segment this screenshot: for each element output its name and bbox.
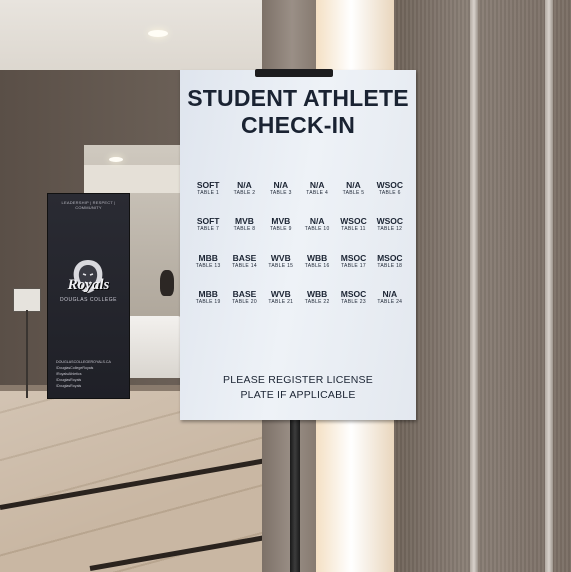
table-cell: MSOC TABLE 23 (335, 289, 371, 325)
banner-team-name: Royals (67, 277, 110, 293)
table-cell: N/A TABLE 10 (299, 216, 335, 252)
ceiling-light (148, 30, 168, 37)
team-code: WSOC (376, 216, 404, 227)
team-code: N/A (346, 180, 361, 190)
table-cell: SOFT TABLE 7 (190, 216, 226, 252)
table-number: TABLE 18 (377, 262, 403, 269)
table-cell: WVB TABLE 21 (263, 289, 299, 325)
table-cell: WSOC TABLE 12 (372, 216, 408, 252)
table-cell: MSOC TABLE 17 (335, 253, 371, 289)
table-cell: MBB TABLE 19 (190, 289, 226, 325)
sign-footer-line: PLEASE REGISTER LICENSE (223, 374, 373, 386)
vase (160, 270, 174, 296)
table-assignment-grid: SOFT TABLE 1 N/A TABLE 2 N/A TABLE 3 N/A TABLE … (190, 180, 408, 325)
banner-social-links: DOUGLASCOLLEGEROYALS.CA /DouglasCollegeR… (56, 360, 126, 390)
banner-college-name: DOUGLAS COLLEGE (60, 297, 117, 303)
table-number: TABLE 20 (232, 298, 257, 305)
table-number: TABLE 11 (341, 226, 366, 233)
banner-link: /DouglasRoyals (56, 384, 82, 388)
table-cell: MSOC TABLE 18 (372, 253, 408, 289)
banner-tagline: LEADERSHIP | RESPECT | COMMUNITY (61, 200, 116, 210)
small-sign-post (26, 310, 28, 398)
team-code: MVB (271, 216, 291, 227)
team-code: WSOC (340, 216, 367, 227)
team-code: N/A (273, 180, 289, 190)
team-code: WSOC (376, 180, 404, 190)
sign-title-line: CHECK-IN (240, 112, 356, 138)
sign-stand-pole (290, 418, 300, 572)
team-code: WBB (307, 288, 328, 299)
small-sign (13, 288, 41, 312)
team-code: SOFT (196, 216, 220, 227)
table-number: TABLE 13 (195, 262, 221, 269)
team-code: WVB (270, 288, 291, 299)
table-cell: N/A TABLE 5 (335, 180, 371, 216)
royals-banner: LEADERSHIP | RESPECT | COMMUNITY Royals … (47, 193, 130, 399)
sign-footer-line: PLATE IF APPLICABLE (240, 389, 356, 401)
table-number: TABLE 10 (304, 226, 330, 233)
table-cell: MBB TABLE 13 (190, 253, 226, 289)
team-code: BASE (232, 288, 257, 299)
table-number: TABLE 3 (269, 190, 292, 196)
sign-holder-clip (255, 69, 333, 77)
check-in-sign: STUDENT ATHLETE CHECK-IN SOFT TABLE 1 N/A T… (180, 70, 416, 420)
table-number: TABLE 22 (304, 298, 330, 305)
team-code: WVB (270, 252, 291, 263)
table-cell: WBB TABLE 22 (299, 289, 335, 325)
team-code: SOFT (196, 180, 220, 190)
table-cell: N/A TABLE 3 (263, 180, 299, 216)
table-number: TABLE 19 (195, 298, 221, 305)
table-cell: N/A TABLE 2 (226, 180, 262, 216)
table-cell: MVB TABLE 9 (263, 216, 299, 252)
table-number: TABLE 2 (233, 190, 256, 196)
table-number: TABLE 21 (268, 298, 294, 305)
table-cell: BASE TABLE 14 (226, 253, 262, 289)
table-number: TABLE 16 (304, 262, 330, 269)
photo-scene: LEADERSHIP | RESPECT | COMMUNITY Royals … (0, 0, 571, 572)
table-number: TABLE 9 (269, 226, 292, 233)
sign-title-line: STUDENT ATHLETE (187, 85, 409, 111)
sign-footer: PLEASE REGISTER LICENSE PLATE IF APPLICA… (180, 373, 416, 403)
wall-panel-edge (545, 0, 553, 572)
table-number: TABLE 14 (232, 262, 257, 269)
team-code: MVB (235, 216, 254, 227)
table-number: TABLE 5 (342, 190, 365, 196)
table-number: TABLE 6 (378, 190, 401, 196)
table-number: TABLE 17 (341, 262, 366, 269)
team-code: N/A (309, 180, 325, 190)
team-code: WBB (307, 252, 328, 263)
table-number: TABLE 15 (268, 262, 294, 269)
table-number: TABLE 8 (233, 226, 256, 233)
table-number: TABLE 12 (377, 226, 403, 233)
table-number: TABLE 4 (306, 190, 329, 196)
team-code: MSOC (340, 252, 367, 263)
table-number: TABLE 24 (377, 298, 403, 305)
ceiling-light-far (109, 157, 123, 162)
inner-room-shelf (84, 165, 184, 193)
table-number: TABLE 1 (197, 190, 220, 196)
table-cell: BASE TABLE 20 (226, 289, 262, 325)
team-code: N/A (309, 216, 325, 227)
tablecloth (127, 316, 181, 378)
table-number: TABLE 23 (341, 298, 366, 305)
table-number: TABLE 7 (197, 226, 220, 233)
table-cell: WVB TABLE 15 (263, 253, 299, 289)
table-cell: SOFT TABLE 1 (190, 180, 226, 216)
team-code: BASE (232, 252, 257, 263)
table-cell: WSOC TABLE 11 (335, 216, 371, 252)
team-code: N/A (382, 288, 398, 299)
wall-panel-edge (470, 0, 478, 572)
team-code: MBB (198, 252, 218, 263)
table-cell: WBB TABLE 16 (299, 253, 335, 289)
table-cell: N/A TABLE 24 (372, 289, 408, 325)
sign-title: STUDENT ATHLETE CHECK-IN (180, 85, 416, 139)
team-code: MSOC (340, 288, 367, 299)
team-code: MBB (198, 288, 218, 299)
team-code: MSOC (377, 252, 403, 263)
team-code: N/A (237, 180, 252, 190)
table-cell: MVB TABLE 8 (226, 216, 262, 252)
table-cell: WSOC TABLE 6 (372, 180, 408, 216)
table-cell: N/A TABLE 4 (299, 180, 335, 216)
